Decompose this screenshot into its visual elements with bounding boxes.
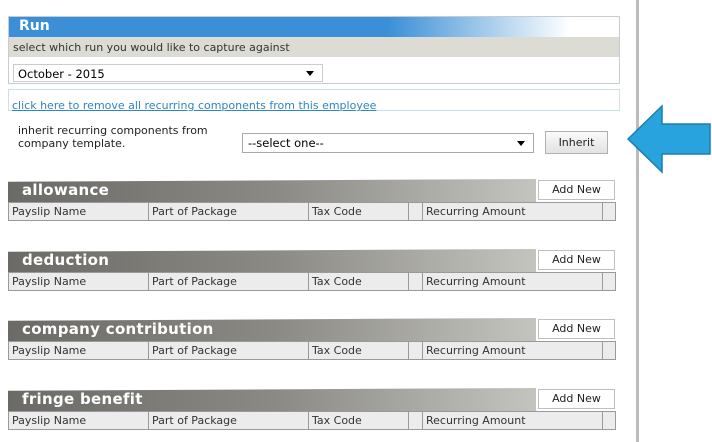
add-new-button[interactable]: Add New	[538, 180, 615, 200]
col-end	[603, 412, 615, 429]
section-title: company contribution	[22, 320, 214, 338]
section-title: deduction	[22, 251, 110, 269]
add-new-button[interactable]: Add New	[538, 389, 615, 409]
col-part-of-package: Part of Package	[149, 412, 309, 429]
add-new-button[interactable]: Add New	[538, 319, 615, 339]
col-tax-code: Tax Code	[309, 342, 409, 359]
col-payslip-name: Payslip Name	[9, 203, 149, 220]
template-select[interactable]: --select one--	[242, 133, 534, 153]
col-part-of-package: Part of Package	[149, 203, 309, 220]
chevron-down-icon	[306, 71, 314, 76]
run-title: Run	[9, 17, 619, 37]
col-end	[603, 273, 615, 290]
inherit-label: inherit recurring components from compan…	[18, 124, 208, 150]
add-new-button[interactable]: Add New	[538, 250, 615, 270]
remove-recurring-bar: click here to remove all recurring compo…	[8, 89, 620, 112]
col-tax-code: Tax Code	[309, 203, 409, 220]
col-recurring-amount: Recurring Amount	[423, 203, 603, 220]
col-recurring-amount: Recurring Amount	[423, 273, 603, 290]
remove-recurring-link[interactable]: click here to remove all recurring compo…	[12, 99, 376, 112]
col-payslip-name: Payslip Name	[9, 342, 149, 359]
section-title: allowance	[22, 181, 110, 199]
col-payslip-name: Payslip Name	[9, 412, 149, 429]
section-company-contribution: company contribution Add New Payslip Nam…	[8, 318, 616, 360]
inherit-button[interactable]: Inherit	[545, 131, 608, 154]
column-header-row: Payslip Name Part of Package Tax Code Re…	[8, 341, 616, 360]
col-recurring-amount: Recurring Amount	[423, 342, 603, 359]
col-end	[603, 203, 615, 220]
col-part-of-package: Part of Package	[149, 273, 309, 290]
col-part-of-package: Part of Package	[149, 342, 309, 359]
col-recurring-amount: Recurring Amount	[423, 412, 603, 429]
run-select[interactable]: October - 2015	[13, 64, 323, 82]
run-select-value: October - 2015	[18, 67, 105, 81]
chevron-down-icon	[517, 141, 525, 146]
column-header-row: Payslip Name Part of Package Tax Code Re…	[8, 272, 616, 291]
column-header-row: Payslip Name Part of Package Tax Code Re…	[8, 411, 616, 430]
run-panel: Run select which run you would like to c…	[8, 16, 620, 84]
run-subtitle: select which run you would like to captu…	[9, 37, 619, 57]
panel-divider	[636, 0, 639, 442]
col-payslip-name: Payslip Name	[9, 273, 149, 290]
section-deduction: deduction Add New Payslip Name Part of P…	[8, 249, 616, 291]
template-select-value: --select one--	[248, 136, 324, 150]
arrow-left-icon	[626, 104, 711, 174]
section-fringe-benefit: fringe benefit Add New Payslip Name Part…	[8, 388, 616, 430]
col-tax-code: Tax Code	[309, 273, 409, 290]
col-spacer	[409, 342, 423, 359]
col-spacer	[409, 412, 423, 429]
section-title: fringe benefit	[22, 390, 143, 408]
col-spacer	[409, 203, 423, 220]
col-end	[603, 342, 615, 359]
column-header-row: Payslip Name Part of Package Tax Code Re…	[8, 202, 616, 221]
col-spacer	[409, 273, 423, 290]
section-allowance: allowance Add New Payslip Name Part of P…	[8, 179, 616, 221]
col-tax-code: Tax Code	[309, 412, 409, 429]
